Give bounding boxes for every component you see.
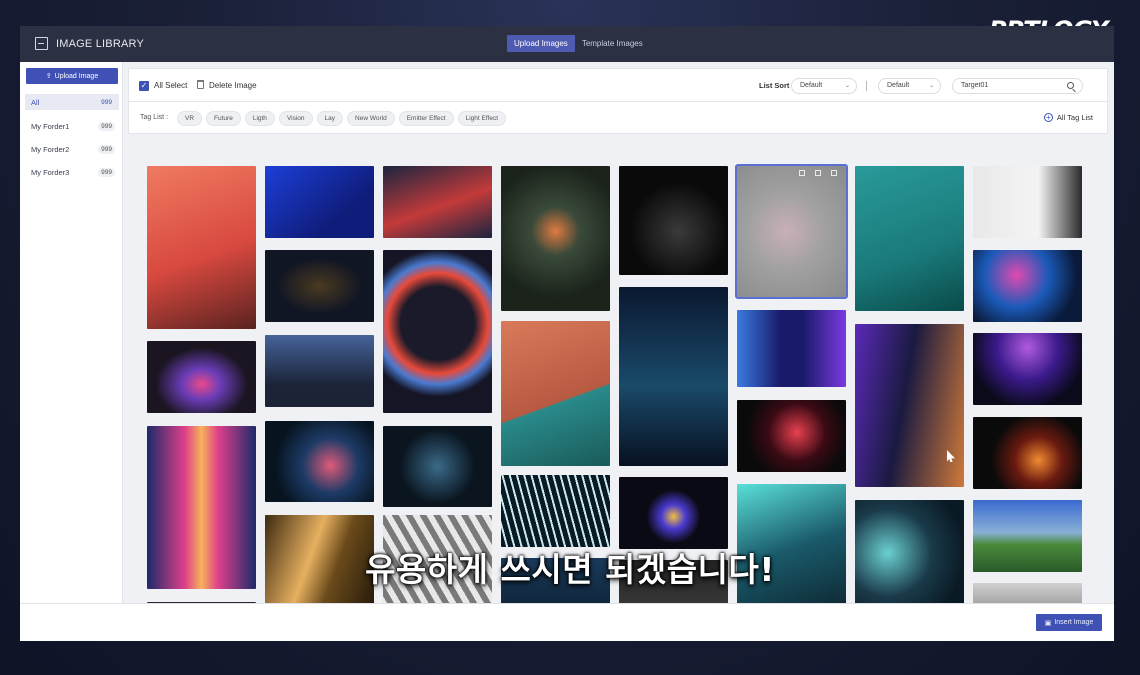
- folder-my-forder1[interactable]: My Forder1 999: [25, 118, 119, 134]
- gallery-image[interactable]: [147, 166, 256, 329]
- insert-icon: ▣: [1044, 619, 1052, 627]
- folder-my-forder2[interactable]: My Forder2 999: [25, 141, 119, 157]
- gallery-image[interactable]: [501, 321, 610, 466]
- gallery-image[interactable]: [619, 287, 728, 466]
- title-bar: IMAGE LIBRARY Upload Images Template Ima…: [20, 26, 1114, 62]
- gallery-image[interactable]: [619, 166, 728, 275]
- gallery-image[interactable]: [973, 250, 1082, 322]
- window-title: IMAGE LIBRARY: [56, 38, 144, 50]
- gallery-image[interactable]: [501, 166, 610, 311]
- folder-label: My Forder2: [31, 144, 70, 154]
- tag-list: VR Future Ligth Vision Lay New World Emi…: [177, 111, 506, 126]
- tag-lay[interactable]: Lay: [316, 111, 344, 126]
- upload-image-label: Upload Image: [54, 72, 99, 80]
- chevron-down-icon: ⌄: [844, 83, 850, 89]
- folder-label: All: [31, 97, 40, 107]
- folder-all[interactable]: All 999: [25, 94, 119, 110]
- all-select-label[interactable]: All Select: [154, 81, 187, 90]
- folder-label: My Forder3: [31, 167, 70, 177]
- all-tag-list-button[interactable]: + All Tag List: [1043, 113, 1093, 122]
- gallery-image[interactable]: [383, 166, 492, 238]
- upload-icon: ⇪: [45, 73, 52, 80]
- gallery-image[interactable]: [383, 426, 492, 507]
- tag-list-title: Tag List :: [140, 114, 169, 121]
- trash-icon[interactable]: [197, 80, 204, 89]
- image-library-icon: [35, 37, 48, 50]
- gallery-image[interactable]: [265, 166, 374, 238]
- tag-ligth[interactable]: Ligth: [244, 111, 275, 126]
- tag-future[interactable]: Future: [206, 111, 241, 126]
- tag-new-world[interactable]: New World: [347, 111, 395, 126]
- gallery-image[interactable]: [737, 400, 846, 472]
- trash-icon[interactable]: [831, 170, 837, 176]
- sidebar: ⇪ Upload Image All 999 My Forder1 999 My…: [20, 62, 123, 603]
- main-panel: ✓ All Select Delete Image List Sort Defa…: [128, 68, 1108, 603]
- folder-count: 999: [101, 98, 112, 106]
- image-gallery: [128, 142, 1108, 603]
- tag-vr[interactable]: VR: [177, 111, 203, 126]
- preview-icon[interactable]: [799, 170, 805, 176]
- tab-upload-images[interactable]: Upload Images: [507, 35, 575, 52]
- gallery-image[interactable]: [265, 335, 374, 407]
- folder-label: My Forder1: [31, 121, 70, 131]
- tag-vision[interactable]: Vision: [278, 111, 313, 126]
- sort-select-2-value: Default: [887, 82, 910, 89]
- divider: [866, 81, 867, 91]
- search-icon[interactable]: [1067, 82, 1074, 89]
- toolbar: ✓ All Select Delete Image List Sort Defa…: [128, 68, 1108, 102]
- delete-image-button[interactable]: Delete Image: [209, 81, 257, 90]
- tab-template-images[interactable]: Template Images: [575, 35, 650, 52]
- gallery-image[interactable]: [383, 250, 492, 413]
- upload-image-button[interactable]: ⇪ Upload Image: [26, 68, 118, 84]
- gallery-image[interactable]: [501, 475, 610, 547]
- sort-select-2[interactable]: Default ⌄: [878, 78, 941, 94]
- copy-icon[interactable]: [815, 170, 821, 176]
- gallery-image[interactable]: [147, 341, 256, 413]
- search-input-value: Target01: [961, 82, 989, 89]
- gallery-image[interactable]: [265, 421, 374, 502]
- gallery-image[interactable]: [737, 310, 846, 387]
- gallery-image[interactable]: [855, 324, 964, 487]
- sort-select-1[interactable]: Default ⌄: [791, 78, 857, 94]
- gallery-image[interactable]: [855, 166, 964, 311]
- gallery-image[interactable]: [265, 250, 374, 322]
- gallery-image[interactable]: [619, 477, 728, 549]
- folder-count: 999: [98, 144, 115, 154]
- tag-list-bar: Tag List : VR Future Ligth Vision Lay Ne…: [128, 102, 1108, 134]
- folder-my-forder3[interactable]: My Forder3 999: [25, 164, 119, 180]
- gallery-image-selected[interactable]: [735, 164, 848, 299]
- all-select-checkbox[interactable]: ✓: [139, 81, 149, 91]
- insert-image-label: Insert Image: [1054, 619, 1094, 626]
- gallery-image[interactable]: [973, 333, 1082, 405]
- gallery-image[interactable]: [973, 166, 1082, 238]
- plus-icon: +: [1043, 113, 1053, 122]
- video-caption: 유용하게 쓰시면 되겠습니다!: [365, 550, 775, 589]
- gallery-image[interactable]: [973, 417, 1082, 489]
- search-input[interactable]: Target01: [952, 78, 1083, 94]
- tag-emitter-effect[interactable]: Emitter Effect: [398, 111, 454, 126]
- chevron-down-icon: ⌄: [928, 83, 934, 89]
- tab-bar: Upload Images Template Images: [507, 35, 650, 52]
- folder-count: 999: [98, 167, 115, 177]
- insert-image-button[interactable]: ▣ Insert Image: [1036, 614, 1102, 631]
- all-tag-list-label: All Tag List: [1056, 113, 1093, 122]
- sort-select-1-value: Default: [800, 82, 823, 89]
- footer: ▣ Insert Image: [20, 603, 1114, 641]
- tag-light-effect[interactable]: Light Effect: [457, 111, 506, 126]
- folder-count: 999: [98, 121, 115, 131]
- list-sort-label: List Sort: [759, 81, 790, 90]
